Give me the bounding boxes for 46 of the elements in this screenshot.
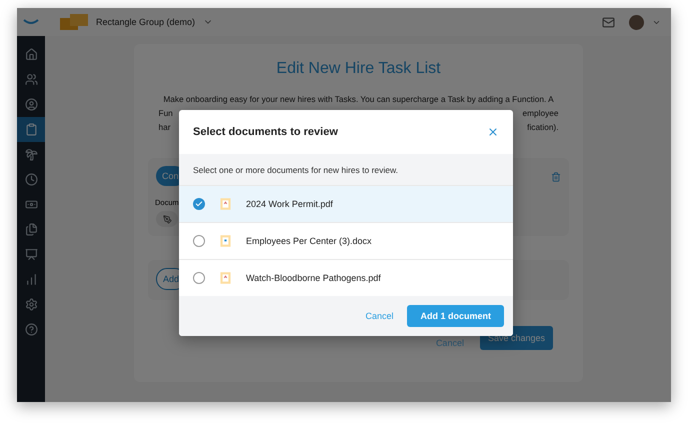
document-row[interactable]: Employees Per Center (3).docx <box>179 222 513 259</box>
clock-icon <box>24 173 38 186</box>
radio-button[interactable] <box>193 198 205 210</box>
nav-item[interactable] <box>17 117 45 142</box>
radio-button[interactable] <box>193 272 205 284</box>
avatar[interactable] <box>629 14 644 30</box>
radio-button[interactable] <box>193 235 205 247</box>
trash-icon[interactable] <box>551 172 561 182</box>
people-icon <box>24 73 38 86</box>
pdf-file-icon <box>219 270 232 286</box>
page-title: Edit New Hire Task List <box>276 60 441 78</box>
pen-icon <box>162 214 172 224</box>
organization-name[interactable]: Rectangle Group (demo) <box>96 17 196 27</box>
files-icon <box>24 223 38 236</box>
document-file-icon <box>219 233 232 249</box>
organization-logo-icon <box>60 14 88 30</box>
pen-button[interactable] <box>156 211 178 227</box>
check-icon <box>195 200 203 208</box>
logo-icon[interactable] <box>23 19 39 25</box>
user-icon <box>24 98 38 111</box>
clipboard-icon <box>24 123 38 136</box>
description-text: Fun <box>158 108 173 118</box>
cancel-link[interactable]: Cancel <box>436 338 464 348</box>
help-icon <box>24 323 38 336</box>
description-text: employee <box>522 108 558 118</box>
document-row[interactable]: 2024 Work Permit.pdf <box>179 185 513 222</box>
banknote-icon <box>24 198 38 211</box>
description-text: Make onboarding easy for your new hires with Tasks. You can supercharge a Task by adding a Function. A <box>163 94 554 104</box>
bar-chart-icon <box>24 273 38 286</box>
document-name: Employees Per Center (3).docx <box>246 236 372 246</box>
home-icon <box>24 48 38 61</box>
cancel-link[interactable]: Cancel <box>365 311 394 321</box>
document-name: 2024 Work Permit.pdf <box>246 199 333 209</box>
close-button[interactable] <box>487 126 499 138</box>
add-document-button[interactable]: Add 1 document <box>407 305 504 327</box>
document-row[interactable]: Watch-Bloodborne Pathogens.pdf <box>179 259 513 296</box>
pdf-file-icon <box>219 196 232 212</box>
mail-icon[interactable] <box>602 16 615 28</box>
palm-tree-icon <box>24 148 38 161</box>
description-text: har <box>158 122 170 132</box>
description-text: fication). <box>527 122 558 132</box>
modal-title: Select documents to review <box>193 126 338 138</box>
modal-instructions: Select one or more documents for new hires to review. <box>179 154 513 185</box>
settings-icon <box>24 298 38 311</box>
document-name: Watch-Bloodborne Pathogens.pdf <box>246 273 381 283</box>
close-icon <box>487 126 499 138</box>
